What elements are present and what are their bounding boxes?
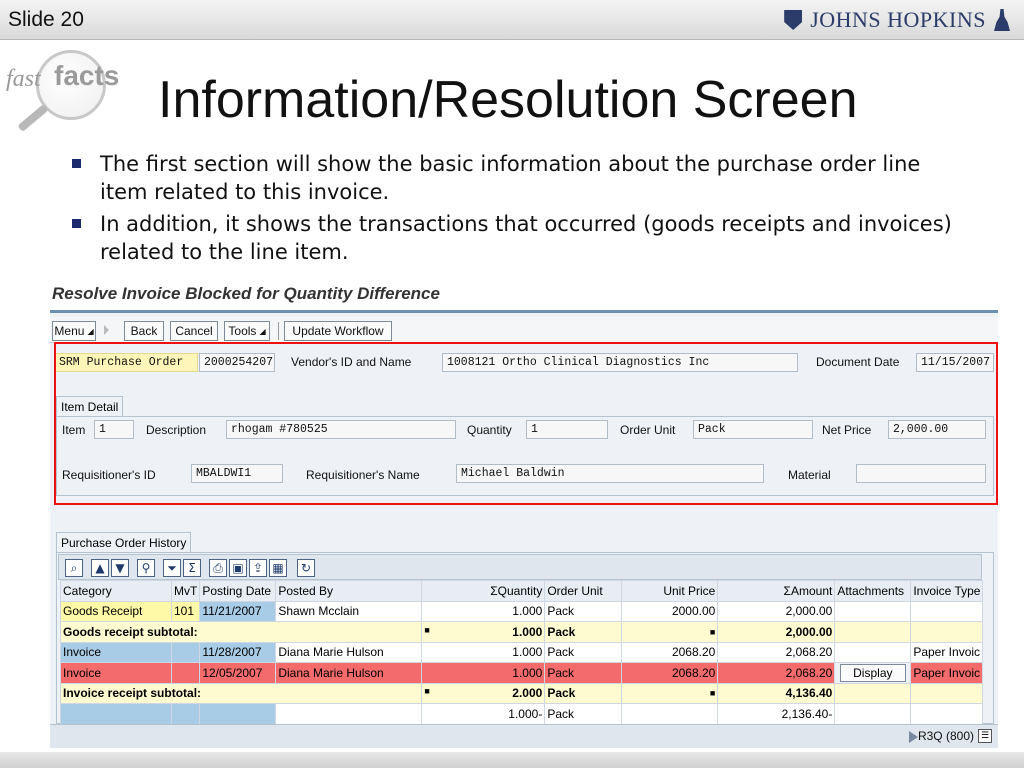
col-header[interactable]: Invoice Type [910,580,984,602]
subtotal-dot-icon: ■ [709,688,716,699]
bullet-item: The first section will show the basic in… [66,150,966,206]
blocked-invoice-row[interactable]: Invoice 12/05/2007 Diana Marie Hulson 1.… [60,662,984,684]
menu-button[interactable]: Menu ◢ [52,321,96,341]
shield-icon [784,10,803,30]
table-header-row: Category MvT Posting Date Posted By ΣQua… [60,580,984,602]
cancel-button[interactable]: Cancel [170,321,218,341]
sort-descending-icon[interactable]: ▼ [111,559,129,577]
subtotal-dot-icon: ■ [424,624,430,635]
sort-ascending-icon[interactable]: ▲ [91,559,109,577]
dropdown-arrow-icon: ◢ [87,326,94,336]
display-attachment-button[interactable]: Display [840,663,906,682]
po-history-table: Category MvT Posting Date Posted By ΣQua… [59,580,984,725]
tools-button[interactable]: Tools ◢ [224,321,270,341]
slide-footer-band [0,752,1024,768]
filter-icon[interactable]: ⏷ [163,559,181,577]
col-header[interactable]: MvT [170,580,201,602]
update-workflow-button[interactable]: Update Workflow [284,321,392,341]
col-header[interactable]: ΣQuantity [421,580,546,602]
separator-arrow-icon [104,325,109,335]
subtotal-dot-icon: ■ [709,626,716,637]
fastfacts-facts: facts [54,60,120,91]
table-row[interactable]: Invoice 11/28/2007 Diana Marie Hulson 1.… [60,641,984,663]
details-icon[interactable]: ⌕ [65,559,83,577]
subtotal-dot-icon: ■ [424,686,430,697]
status-bar: R3Q (800) ☰ [50,724,998,748]
fastfacts-logo: fast facts [6,48,120,136]
dropdown-arrow-icon: ◢ [259,326,266,336]
col-header[interactable]: ΣAmount [717,580,836,602]
col-header[interactable]: Unit Price [621,580,719,602]
highlight-frame [54,342,998,505]
subtotal-row[interactable]: Goods receipt subtotal: ■ 1.000 Pack ■ 2,… [59,621,984,643]
table-row[interactable]: 1.000- Pack 2,136.40- [60,703,984,725]
slide-header-bar: Slide 20 JOHNS HOPKINS [0,0,1024,40]
export-icon[interactable]: ⇪ [249,559,267,577]
back-button[interactable]: Back [124,321,164,341]
slide-title: Information/Resolution Screen [158,71,858,129]
view-icon[interactable]: ▣ [229,559,247,577]
bullet-item: In addition, it shows the transactions t… [66,210,966,266]
sap-toolbar: Menu ◢ Back Cancel Tools ◢ Update Workflow [50,317,998,343]
grid-toolbar: ⌕ ▲ ▼ ⚲ ⏷ Σ ⎙ ▣ ⇪ ▦ ↻ [58,554,982,580]
sap-screen-title: Resolve Invoice Blocked for Quantity Dif… [52,284,440,303]
bullet-list: The first section will show the basic in… [66,150,966,270]
col-header[interactable]: Posting Date [199,580,277,602]
refresh-icon[interactable]: ↻ [297,559,315,577]
system-info: R3Q (800) [917,729,974,743]
sum-icon[interactable]: Σ [183,559,201,577]
layout-icon[interactable]: ▦ [269,559,287,577]
tower-icon [994,9,1010,31]
slide-number: Slide 20 [8,8,84,31]
table-row[interactable]: Goods Receipt 101 11/21/2007 Shawn Mccla… [60,600,984,622]
col-header[interactable]: Category [60,580,172,602]
johns-hopkins-logo: JOHNS HOPKINS [784,6,1010,34]
status-menu-icon[interactable]: ☰ [978,729,992,743]
col-header[interactable]: Posted By [275,580,423,602]
col-header[interactable]: Attachments [834,580,912,602]
subtotal-row[interactable]: Invoice receipt subtotal: ■ 2.000 Pack ■ … [59,682,984,704]
tab-purchase-order-history[interactable]: Purchase Order History [56,532,192,552]
print-icon[interactable]: ⎙ [209,559,227,577]
fastfacts-fast: fast [6,66,41,92]
logo-text: JOHNS HOPKINS [810,7,986,32]
col-header[interactable]: Order Unit [544,580,623,602]
find-icon[interactable]: ⚲ [137,559,155,577]
status-arrow-icon[interactable] [909,731,918,743]
